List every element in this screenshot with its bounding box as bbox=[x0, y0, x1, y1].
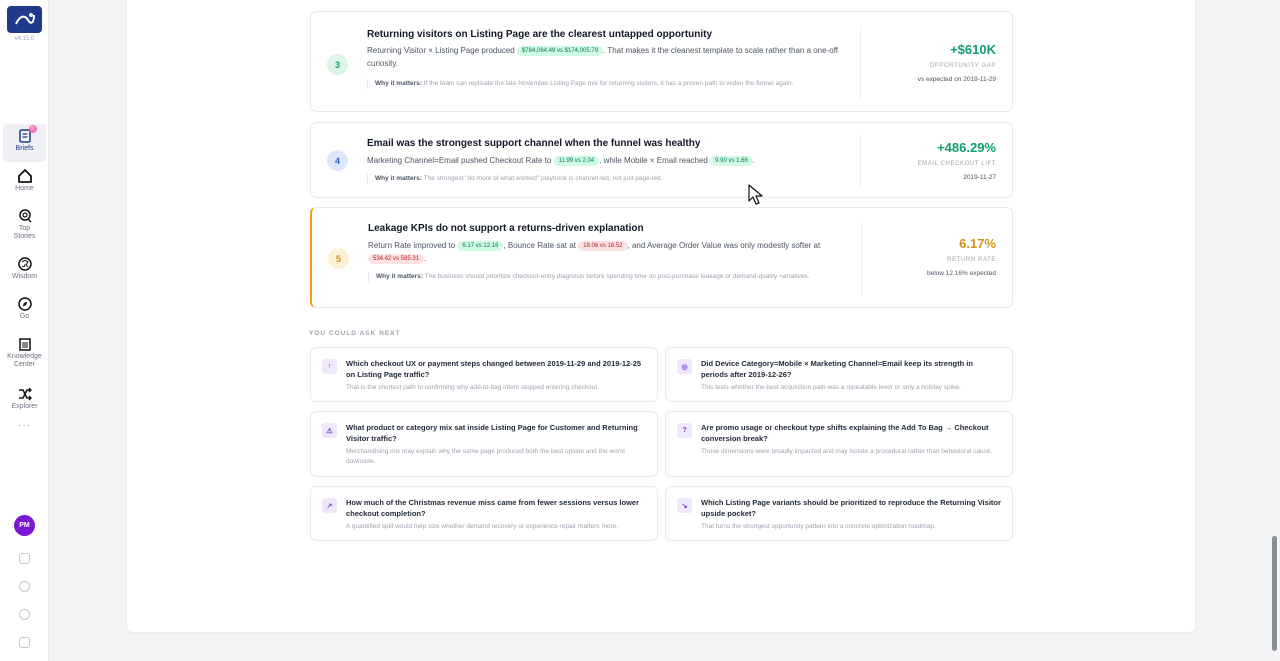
sidebar-item-home[interactable]: Home bbox=[3, 164, 46, 202]
top-stories-icon bbox=[17, 208, 33, 224]
target-icon: ◎ bbox=[677, 359, 692, 374]
sidebar-item-label: Home bbox=[15, 185, 34, 192]
arrow-up-icon: ↑ bbox=[322, 359, 337, 374]
sidebar-item-label: Explorer bbox=[11, 403, 38, 410]
sidebar-item-top-stories[interactable]: Top Stories bbox=[3, 204, 46, 246]
help-icon[interactable] bbox=[19, 609, 30, 620]
trend-down-icon: ↘ bbox=[677, 498, 692, 513]
metric-label: RETURN RATE bbox=[947, 257, 996, 263]
question-title: Which checkout UX or payment steps chang… bbox=[346, 359, 642, 379]
shuffle-icon bbox=[17, 386, 33, 402]
sidebar-item-label: Knowledge Center bbox=[7, 353, 42, 368]
sidebar-item-label: Briefs bbox=[15, 145, 34, 152]
question-subtext: Merchandising mix may explain why the sa… bbox=[346, 448, 625, 465]
insight-card: 4 Email was the strongest support channe… bbox=[310, 122, 1013, 198]
value-pill: 18.06 vs 18.52 bbox=[578, 241, 628, 251]
sidebar-item-wisdom[interactable]: Wisdom bbox=[3, 252, 46, 290]
suggested-question[interactable]: ↑ Which checkout UX or payment steps cha… bbox=[310, 347, 658, 402]
suggested-question[interactable]: ⚠ What product or category mix sat insid… bbox=[310, 411, 658, 477]
metric-label: EMAIL CHECKOUT LIFT bbox=[917, 161, 996, 167]
insight-number: 5 bbox=[328, 248, 349, 269]
app-version: v4.15.0 bbox=[14, 36, 35, 42]
insight-card: 3 Returning visitors on Listing Page are… bbox=[310, 11, 1013, 112]
question-title: What product or category mix sat inside … bbox=[346, 423, 638, 443]
sidebar-item-label: Wisdom bbox=[11, 273, 38, 280]
value-pill: 6.17 vs 12.16 bbox=[457, 241, 504, 251]
sidebar: v4.15.0 9 Briefs Home Top Stories Wisdom… bbox=[0, 0, 49, 661]
insight-metric: +$610K OPPORTUNITY GAP vs expected on 20… bbox=[918, 42, 996, 83]
app-logo[interactable] bbox=[7, 6, 42, 33]
question-title: How much of the Christmas revenue miss c… bbox=[346, 498, 640, 518]
question-subtext: That is the shortest path to confirming … bbox=[346, 384, 599, 391]
section-heading: YOU COULD ASK NEXT bbox=[309, 330, 401, 337]
sidebar-item-label: Go bbox=[19, 313, 30, 320]
insight-body: Return Rate improved to 6.17 vs 12.16, B… bbox=[368, 241, 821, 264]
home-icon bbox=[17, 168, 33, 184]
insight-card: 5 Leakage KPIs do not support a returns-… bbox=[310, 207, 1013, 308]
card-divider bbox=[861, 222, 862, 295]
scrollbar[interactable] bbox=[1272, 536, 1277, 651]
suggested-question[interactable]: ↗ How much of the Christmas revenue miss… bbox=[310, 486, 658, 541]
briefs-badge: 9 bbox=[28, 125, 37, 133]
compass-icon bbox=[17, 296, 33, 312]
question-mark-icon: ? bbox=[677, 423, 692, 438]
wisdom-icon bbox=[17, 256, 33, 272]
suggested-question[interactable]: ◎ Did Device Category=Mobile × Marketing… bbox=[665, 347, 1013, 402]
avatar[interactable]: PM bbox=[14, 515, 35, 536]
suggested-question[interactable]: ? Are promo usage or checkout type shift… bbox=[665, 411, 1013, 477]
sidebar-item-go[interactable]: Go bbox=[3, 292, 46, 330]
question-title: Did Device Category=Mobile × Marketing C… bbox=[701, 359, 973, 379]
building-icon bbox=[17, 336, 33, 352]
why-it-matters: Why it matters: If the team can replicat… bbox=[367, 79, 837, 89]
insight-metric: 6.17% RETURN RATE below 12.16% expected bbox=[927, 236, 996, 277]
settings-icon[interactable] bbox=[19, 581, 30, 592]
trend-up-icon: ↗ bbox=[322, 498, 337, 513]
metric-label: OPPORTUNITY GAP bbox=[929, 63, 996, 69]
card-divider bbox=[860, 26, 861, 99]
notes-icon[interactable] bbox=[19, 553, 30, 564]
metric-subtext: below 12.16% expected bbox=[926, 270, 996, 277]
mouse-cursor-icon bbox=[748, 184, 764, 211]
insight-metric: +486.29% EMAIL CHECKOUT LIFT 2019-11-27 bbox=[918, 140, 996, 181]
insight-title: Leakage KPIs do not support a returns-dr… bbox=[368, 223, 644, 234]
sidebar-item-knowledge-center[interactable]: Knowledge Center bbox=[3, 332, 46, 374]
question-subtext: A quantified split would help size wheth… bbox=[346, 523, 619, 530]
card-divider bbox=[860, 135, 861, 187]
metric-value: +$610K bbox=[950, 42, 996, 57]
warning-icon: ⚠ bbox=[322, 423, 337, 438]
sidebar-item-label: Top Stories bbox=[13, 225, 36, 240]
insight-body: Marketing Channel=Email pushed Checkout … bbox=[367, 156, 756, 166]
question-title: Are promo usage or checkout type shifts … bbox=[701, 423, 989, 443]
value-pill: $784,064.49 vs $174,005.79 bbox=[516, 46, 604, 56]
question-subtext: Those dimensions were broadly impacted a… bbox=[701, 448, 993, 455]
logo-icon bbox=[14, 12, 35, 24]
value-pill: 11.99 vs 2.04 bbox=[553, 156, 600, 166]
insight-number: 4 bbox=[327, 150, 348, 171]
question-title: Which Listing Page variants should be pr… bbox=[701, 498, 1001, 518]
sidebar-item-briefs[interactable]: 9 Briefs bbox=[3, 124, 46, 162]
value-pill: 9.90 vs 1.66 bbox=[710, 156, 753, 166]
logout-icon[interactable] bbox=[19, 637, 30, 648]
suggested-question[interactable]: ↘ Which Listing Page variants should be … bbox=[665, 486, 1013, 541]
why-it-matters: Why it matters: The business should prio… bbox=[368, 272, 838, 282]
insight-number: 3 bbox=[327, 54, 348, 75]
metric-subtext: vs expected on 2019-11-29 bbox=[917, 76, 996, 83]
question-subtext: That turns the strongest opportunity pat… bbox=[701, 523, 936, 530]
why-it-matters: Why it matters: The strongest "do more o… bbox=[367, 174, 837, 184]
sidebar-item-explorer[interactable]: Explorer bbox=[3, 382, 46, 420]
insight-title: Returning visitors on Listing Page are t… bbox=[367, 29, 713, 40]
question-subtext: This tests whether the best acquisition … bbox=[701, 384, 961, 391]
insight-body: Returning Visitor × Listing Page produce… bbox=[367, 46, 838, 68]
briefs-icon: 9 bbox=[17, 125, 37, 144]
more-icon[interactable]: ··· bbox=[0, 420, 49, 431]
metric-subtext: 2019-11-27 bbox=[963, 174, 996, 181]
metric-value: 6.17% bbox=[959, 236, 996, 251]
insight-title: Email was the strongest support channel … bbox=[367, 138, 701, 149]
metric-value: +486.29% bbox=[937, 140, 996, 155]
value-pill: 534.42 vs 585.31 bbox=[368, 254, 425, 264]
